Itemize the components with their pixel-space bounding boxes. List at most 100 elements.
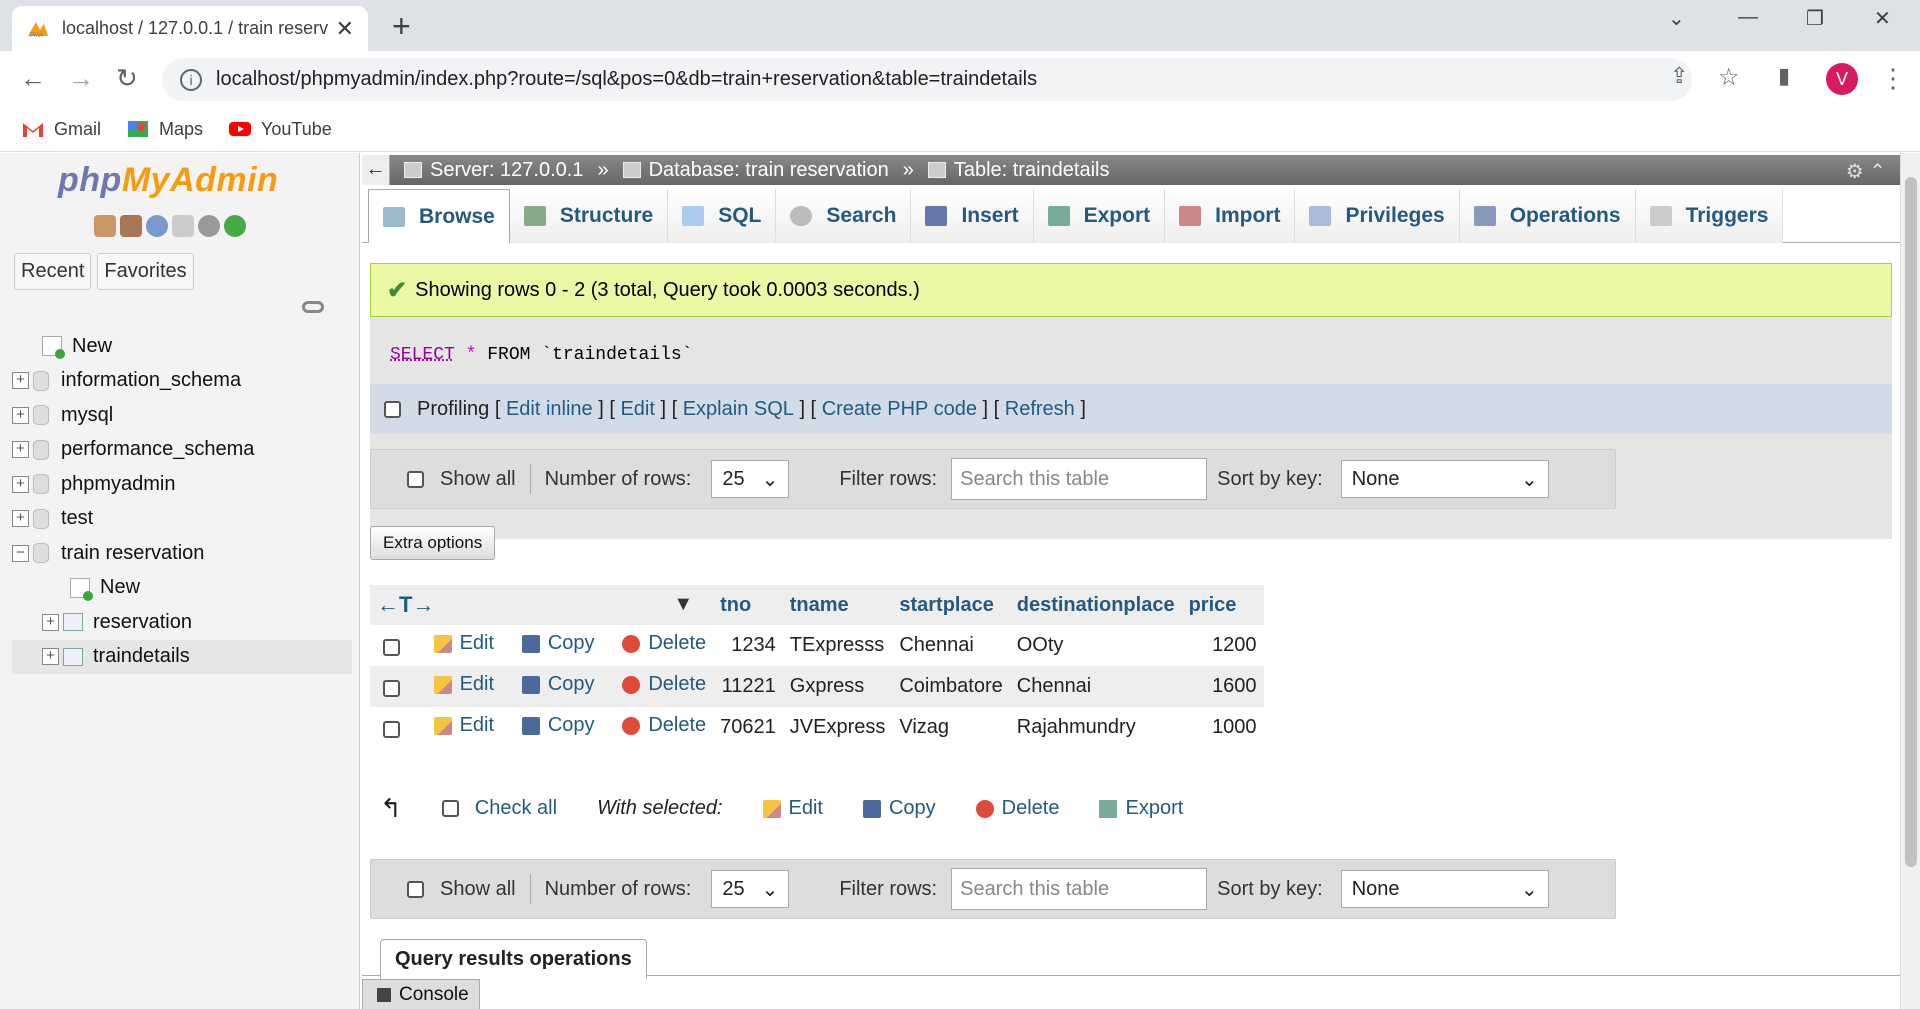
- sort-dropdown-icon[interactable]: ▼: [673, 593, 693, 616]
- edit-row-button[interactable]: Edit: [433, 714, 494, 737]
- tree-item-test[interactable]: + test: [12, 502, 352, 537]
- profile-avatar[interactable]: V: [1826, 63, 1858, 95]
- bulk-copy-button[interactable]: Copy: [862, 797, 936, 820]
- bookmark-maps[interactable]: Maps: [127, 119, 203, 140]
- reload-nav-icon[interactable]: [224, 215, 246, 237]
- settings-gear-icon[interactable]: ⚙ ⌃: [1846, 159, 1886, 184]
- expand-icon[interactable]: +: [12, 406, 29, 424]
- extra-options-button[interactable]: Extra options: [370, 526, 496, 560]
- expand-icon[interactable]: +: [12, 475, 29, 493]
- cell-price[interactable]: 1000: [1181, 707, 1264, 748]
- tree-item-new[interactable]: New: [12, 329, 352, 364]
- collapse-icon[interactable]: −: [12, 544, 29, 562]
- edit-row-button[interactable]: Edit: [433, 673, 494, 696]
- menu-icon[interactable]: ⋮: [1880, 63, 1906, 94]
- cell-startplace[interactable]: Chennai: [892, 625, 1010, 666]
- cell-price[interactable]: 1200: [1181, 625, 1264, 666]
- num-rows-select[interactable]: 25 ⌄: [711, 870, 790, 908]
- profiling-checkbox[interactable]: [384, 400, 401, 418]
- tab-structure[interactable]: Structure: [509, 189, 669, 243]
- bulk-delete-button[interactable]: Delete: [975, 797, 1059, 820]
- tab-search-icon[interactable]: ⌄: [1668, 6, 1685, 31]
- refresh-link[interactable]: Refresh: [1005, 398, 1075, 421]
- browser-tab[interactable]: PMA localhost / 127.0.0.1 / train reserv…: [12, 6, 368, 51]
- column-header-tno[interactable]: tno: [713, 585, 783, 625]
- tree-item-performance-schema[interactable]: + performance_schema: [12, 433, 352, 468]
- copy-row-button[interactable]: Copy: [521, 714, 595, 737]
- copy-row-button[interactable]: Copy: [521, 632, 595, 655]
- sort-by-key-select[interactable]: None ⌄: [1340, 460, 1549, 498]
- tab-privileges[interactable]: Privileges: [1295, 189, 1460, 243]
- cell-tname[interactable]: TExpresss: [782, 625, 893, 666]
- collapse-nav-icon[interactable]: ←: [362, 155, 390, 185]
- edit-row-button[interactable]: Edit: [433, 632, 494, 655]
- docs-icon[interactable]: [172, 215, 194, 237]
- create-php-code-link[interactable]: Create PHP code: [822, 398, 977, 421]
- cell-tname[interactable]: JVExpress: [782, 707, 893, 748]
- side-panel-icon[interactable]: ▮: [1778, 63, 1790, 89]
- cell-tname[interactable]: Gxpress: [782, 666, 893, 707]
- close-window-icon[interactable]: ✕: [1874, 6, 1891, 31]
- show-all-checkbox[interactable]: [407, 880, 424, 898]
- filter-rows-input[interactable]: Search this table: [951, 868, 1208, 910]
- breadcrumb-database[interactable]: Database: train reservation: [622, 159, 889, 182]
- sort-by-key-select[interactable]: None ⌄: [1340, 870, 1549, 908]
- edit-inline-link[interactable]: Edit inline: [506, 398, 593, 421]
- tab-sql[interactable]: SQL: [668, 189, 777, 243]
- share-icon[interactable]: ⇪: [1670, 63, 1688, 89]
- cell-tno[interactable]: 11221: [713, 666, 783, 707]
- row-checkbox[interactable]: [383, 720, 400, 738]
- bookmark-gmail[interactable]: Gmail: [22, 119, 101, 140]
- delete-row-button[interactable]: Delete: [622, 714, 706, 737]
- expand-icon[interactable]: +: [12, 510, 29, 528]
- settings-gear-icon[interactable]: [198, 215, 220, 237]
- copy-row-button[interactable]: Copy: [521, 673, 595, 696]
- recent-tab[interactable]: Recent: [14, 253, 92, 290]
- cell-destinationplace[interactable]: Chennai: [1009, 666, 1182, 707]
- forward-icon[interactable]: →: [68, 63, 94, 94]
- site-info-icon[interactable]: i: [180, 68, 202, 91]
- expand-icon[interactable]: +: [42, 613, 59, 631]
- scrollbar-thumb[interactable]: [1905, 177, 1917, 867]
- row-checkbox[interactable]: [383, 638, 400, 656]
- delete-row-button[interactable]: Delete: [622, 632, 706, 655]
- cell-startplace[interactable]: Vizag: [892, 707, 1010, 748]
- tree-item-train-reservation[interactable]: − train reservation: [12, 536, 352, 571]
- column-header-startplace[interactable]: startplace: [892, 585, 1010, 625]
- phpmyadmin-logo[interactable]: phpMyAdmin: [58, 161, 278, 200]
- expand-icon[interactable]: +: [12, 441, 29, 459]
- expand-icon[interactable]: +: [12, 372, 29, 390]
- cell-startplace[interactable]: Coimbatore: [892, 666, 1010, 707]
- tab-import[interactable]: Import: [1165, 189, 1296, 243]
- bookmark-youtube[interactable]: YouTube: [229, 119, 332, 140]
- check-all-control[interactable]: Check all: [441, 797, 557, 820]
- filter-rows-input[interactable]: Search this table: [951, 458, 1208, 500]
- cell-price[interactable]: 1600: [1181, 666, 1264, 707]
- explain-sql-link[interactable]: Explain SQL: [683, 398, 794, 421]
- cell-destinationplace[interactable]: OOty: [1009, 625, 1182, 666]
- tab-search[interactable]: Search: [776, 189, 912, 243]
- tab-operations[interactable]: Operations: [1459, 189, 1636, 243]
- tree-item-traindetails[interactable]: + traindetails: [12, 639, 352, 674]
- link-with-main-icon[interactable]: [302, 301, 324, 313]
- cell-tno[interactable]: 70621: [713, 707, 783, 748]
- column-header-tname[interactable]: tname: [782, 585, 893, 625]
- address-bar[interactable]: i localhost/phpmyadmin/index.php?route=/…: [162, 58, 1692, 101]
- tab-triggers[interactable]: Triggers: [1635, 189, 1784, 243]
- reload-icon[interactable]: ↻: [116, 63, 138, 94]
- check-all-checkbox[interactable]: [441, 800, 459, 817]
- check-all-label[interactable]: Check all: [475, 797, 557, 820]
- back-icon[interactable]: ←: [20, 63, 46, 94]
- query-results-operations-tab[interactable]: Query results operations: [380, 939, 647, 979]
- num-rows-select[interactable]: 25 ⌄: [711, 460, 790, 498]
- edit-link[interactable]: Edit: [620, 398, 654, 421]
- favorites-tab[interactable]: Favorites: [97, 253, 194, 290]
- expand-icon[interactable]: +: [42, 648, 59, 666]
- tab-export[interactable]: Export: [1033, 189, 1166, 243]
- cell-tno[interactable]: 1234: [713, 625, 783, 666]
- tab-browse[interactable]: Browse: [368, 189, 510, 243]
- home-icon[interactable]: [94, 215, 116, 237]
- vertical-scrollbar[interactable]: [1900, 153, 1920, 1009]
- tree-item-phpmyadmin[interactable]: + phpmyadmin: [12, 467, 352, 502]
- new-tab-icon[interactable]: +: [392, 8, 411, 45]
